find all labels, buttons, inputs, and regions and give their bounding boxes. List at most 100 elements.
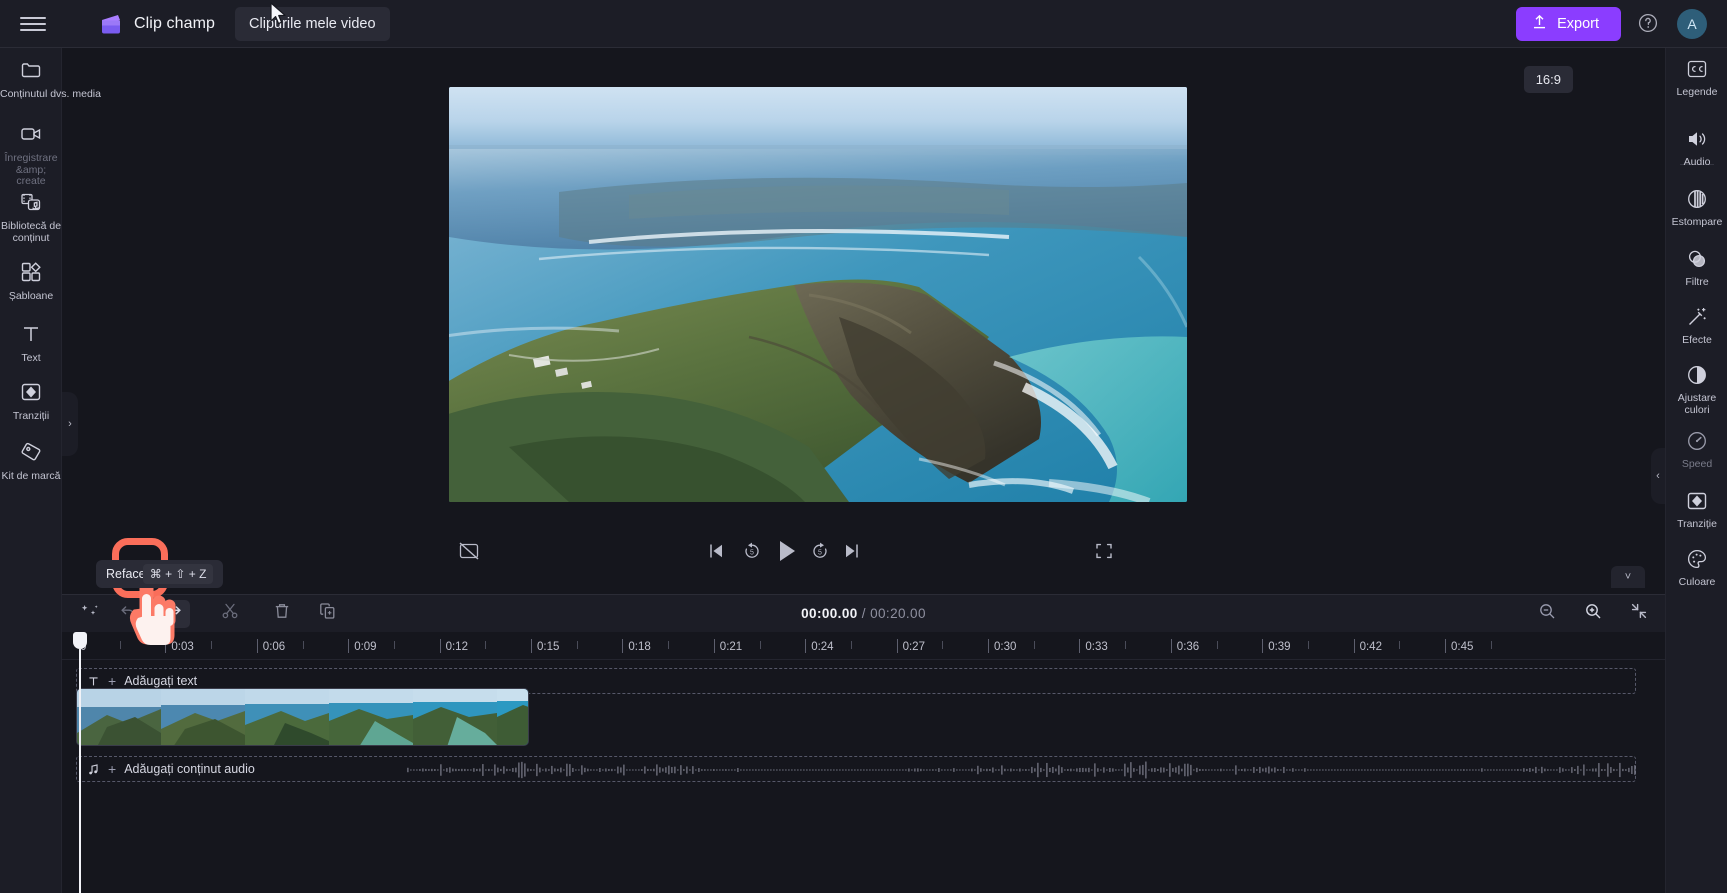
- clip-thumbnail: [329, 689, 413, 745]
- ruler-tick: [1445, 639, 1446, 653]
- ruler-tick: [713, 639, 715, 653]
- timeline-ruler[interactable]: 0 0:03 0:06 0:09 0:12 0:15 0:18 0:21 0:24 0:27 0:3…: [62, 632, 1665, 660]
- right-item-transition-label: Tranziție: [1677, 518, 1717, 530]
- sidebar-item-templates[interactable]: Șabloane: [0, 258, 62, 303]
- aspect-ratio-value: 16:9: [1535, 72, 1561, 87]
- ruler-tick: [988, 639, 989, 653]
- ruler-tick-label: 0:03: [171, 641, 194, 653]
- right-item-filters[interactable]: Filtre: [1666, 246, 1727, 289]
- undo-button[interactable]: [112, 600, 144, 628]
- speedometer-icon: [1666, 428, 1727, 454]
- right-item-audio[interactable]: Audio: [1666, 126, 1727, 169]
- right-item-effects[interactable]: Efecte: [1666, 304, 1727, 347]
- ruler-tick: [1262, 639, 1264, 653]
- right-sidebar-collapse-button[interactable]: ‹: [1651, 448, 1665, 504]
- hamburger-icon[interactable]: [20, 11, 46, 37]
- clipchamp-editor: Clip champ Clipurile mele video Export A…: [0, 0, 1727, 893]
- ruler-subtick: [485, 641, 487, 649]
- ruler-tick-label: 0:06: [262, 641, 286, 653]
- add-audio-label: Adăugați conținut audio: [124, 762, 255, 776]
- zoom-out-icon: [1538, 602, 1556, 625]
- sidebar-item-brand-kit-label: Kit de marcă: [1, 470, 61, 482]
- transitions-icon: [1666, 488, 1727, 514]
- effects-wand-icon: [1666, 304, 1727, 330]
- magic-wand-button[interactable]: [74, 600, 106, 628]
- ruler-tick-label: 0:21: [719, 641, 743, 653]
- ruler-tick-label: 0:09: [354, 641, 377, 653]
- right-item-fade[interactable]: Estompare: [1666, 186, 1727, 229]
- sidebar-item-record-create-label: Înregistrare &amp; create: [4, 152, 58, 187]
- video-preview[interactable]: [449, 87, 1187, 502]
- brand: Clip champ: [98, 12, 215, 36]
- right-item-speed-label: Speed: [1681, 458, 1713, 470]
- sidebar-item-transitions[interactable]: Tranziții: [0, 378, 62, 423]
- filters-icon: [1666, 246, 1727, 272]
- sidebar-item-brand-kit[interactable]: Kit de marcă: [0, 438, 62, 483]
- ruler-subtick: [302, 641, 304, 649]
- current-time: 00:00.00: [801, 606, 858, 621]
- trash-icon: [273, 602, 291, 625]
- ruler-tick: [1079, 639, 1081, 653]
- chevron-down-icon: ˅: [1624, 571, 1632, 583]
- timecode-display: 00:00.00 / 00:20.00: [754, 606, 974, 621]
- fit-to-screen-button[interactable]: [1623, 600, 1655, 628]
- duplicate-button[interactable]: [312, 600, 344, 628]
- fullscreen-icon[interactable]: [1094, 541, 1114, 561]
- fit-to-screen-icon: [1630, 602, 1648, 625]
- avatar[interactable]: A: [1677, 8, 1707, 39]
- video-camera-icon: [0, 120, 62, 148]
- ruler-tick-label: 0:36: [1176, 641, 1200, 653]
- sidebar-item-text[interactable]: Text: [0, 320, 62, 365]
- sidebar-item-content-library[interactable]: Bibliotecă de conținut: [0, 188, 62, 244]
- right-item-speed[interactable]: Speed: [1666, 428, 1727, 471]
- ruler-subtick: [668, 641, 670, 649]
- ruler-tick: [531, 639, 532, 653]
- right-item-color[interactable]: Culoare: [1666, 546, 1727, 589]
- help-circle-icon[interactable]: [1637, 12, 1661, 36]
- right-item-transition[interactable]: Tranziție: [1666, 488, 1727, 531]
- split-button[interactable]: [214, 600, 246, 628]
- ruler-tick: [805, 639, 807, 653]
- captions-off-icon[interactable]: [458, 541, 480, 561]
- split-scissors-icon: [221, 602, 239, 625]
- timeline-collapse-button[interactable]: ˅: [1611, 566, 1645, 588]
- preview-stage: 16:9 5 5: [62, 48, 1665, 594]
- forward-5-icon[interactable]: 5: [810, 541, 830, 561]
- project-tab[interactable]: Clipurile mele video: [235, 6, 390, 41]
- sidebar-item-media-label: Conținutul dvs. media: [0, 88, 101, 100]
- delete-button[interactable]: [266, 600, 298, 628]
- right-item-audio-label: Audio: [1683, 156, 1711, 168]
- right-item-color-adjust[interactable]: Ajustare culori: [1666, 362, 1727, 416]
- left-sidebar-collapse-button[interactable]: ›: [62, 392, 78, 456]
- color-adjust-icon: [1666, 362, 1727, 388]
- add-text-plus: +: [108, 673, 117, 689]
- aspect-ratio-badge[interactable]: 16:9: [1523, 66, 1573, 93]
- player-controls: 5 5: [62, 533, 1665, 579]
- sidebar-item-media[interactable]: Conținutul dvs. media: [0, 56, 101, 101]
- zoom-in-icon: [1584, 602, 1602, 625]
- music-note-icon: [87, 763, 100, 776]
- export-button[interactable]: Export: [1516, 6, 1621, 41]
- right-item-color-label: Culoare: [1678, 576, 1716, 588]
- redo-tooltip: Refacere ⌘ + ⇧ + Z: [96, 560, 224, 588]
- ruler-tick-label: 0:39: [1268, 641, 1291, 653]
- ruler-subtick: [1033, 641, 1035, 649]
- rewind-5-icon[interactable]: 5: [742, 541, 762, 561]
- ruler-tick: [1353, 639, 1355, 653]
- ruler-tick-label: 0:18: [628, 641, 651, 653]
- sidebar-item-record-create[interactable]: Înregistrare &amp; create: [0, 120, 62, 188]
- video-clip[interactable]: [76, 688, 529, 746]
- zoom-out-button[interactable]: [1531, 600, 1563, 628]
- zoom-in-button[interactable]: [1577, 600, 1609, 628]
- right-item-captions[interactable]: Legende: [1666, 56, 1727, 99]
- ruler-tick: [165, 639, 167, 653]
- ruler-subtick: [850, 641, 852, 649]
- export-label: Export: [1557, 15, 1599, 32]
- skip-to-start-icon[interactable]: [707, 541, 725, 561]
- add-audio-track[interactable]: + Adăugați conținut audio: [76, 756, 1636, 782]
- skip-to-end-icon[interactable]: [843, 541, 861, 561]
- redo-button[interactable]: [158, 599, 190, 628]
- svg-text:5: 5: [750, 550, 754, 557]
- play-icon[interactable]: [774, 537, 800, 565]
- audio-waveform: [407, 757, 1637, 783]
